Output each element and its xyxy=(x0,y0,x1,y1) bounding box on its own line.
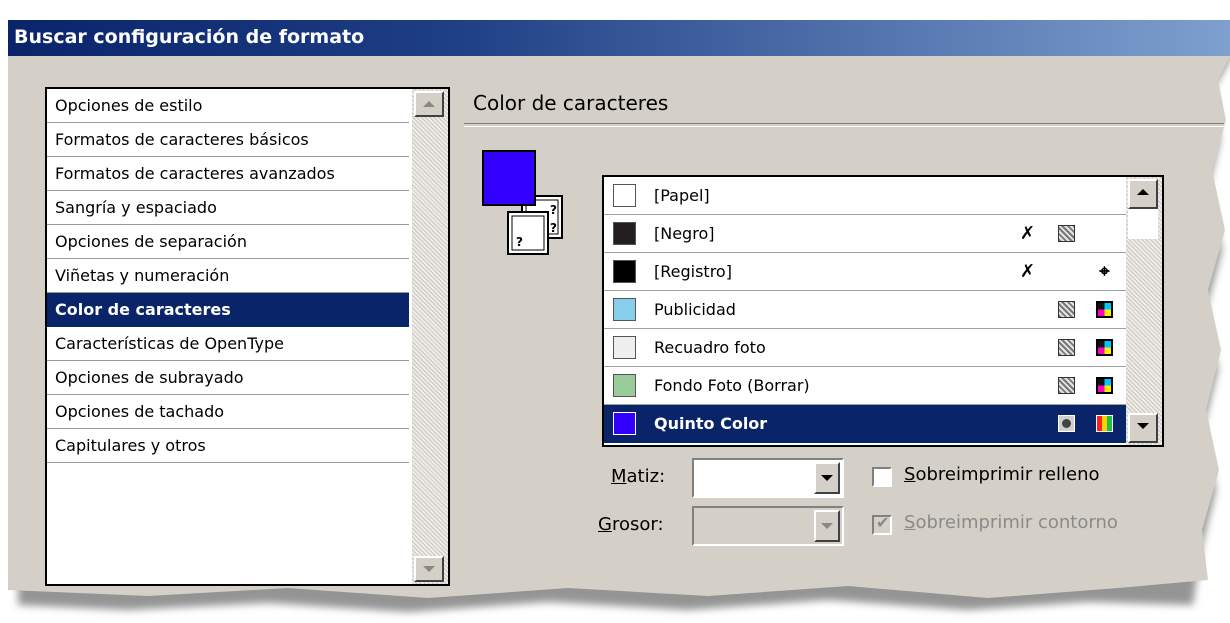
tint-label: Matiz: xyxy=(611,466,666,487)
swatch-chip xyxy=(613,184,636,207)
fill-stroke-swatch[interactable]: ? ? ? xyxy=(482,150,566,260)
process-gray-icon xyxy=(1058,301,1075,318)
arrow-down-icon xyxy=(1137,423,1149,429)
swatch-row[interactable]: [Negro] ✗ xyxy=(604,215,1128,253)
stroke-weight-combo[interactable] xyxy=(692,506,844,546)
chevron-down-icon xyxy=(821,523,833,529)
scroll-down-button[interactable] xyxy=(414,556,444,582)
checkmark-icon: ✔ xyxy=(876,513,890,532)
swatch-row[interactable]: [Papel] xyxy=(604,177,1128,215)
swatch-row[interactable]: Publicidad xyxy=(604,291,1128,329)
swatch-name: Recuadro foto xyxy=(654,338,766,357)
swatch-name: [Papel] xyxy=(654,186,710,205)
category-item-strikethrough-options[interactable]: Opciones de tachado xyxy=(47,395,409,429)
swatch-chip xyxy=(613,260,636,283)
scroll-thumb[interactable] xyxy=(1128,209,1158,239)
overprint-stroke-checkbox[interactable]: ✔ xyxy=(872,513,892,535)
category-item-advanced-character-formats[interactable]: Formatos de caracteres avanzados xyxy=(47,157,409,191)
swatch-chip xyxy=(613,222,636,245)
swatch-chip xyxy=(613,336,636,359)
tint-combo[interactable] xyxy=(692,458,844,498)
swatch-name: Quinto Color xyxy=(654,414,768,433)
swatch-chip xyxy=(613,298,636,321)
process-gray-icon xyxy=(1058,339,1075,356)
category-item-keep-options[interactable]: Opciones de separación xyxy=(47,225,409,259)
category-list[interactable]: Opciones de estilo Formatos de caractere… xyxy=(45,87,450,586)
panel-heading: Color de caracteres xyxy=(473,91,669,115)
swatch-name: Fondo Foto (Borrar) xyxy=(654,376,810,395)
tint-dropdown-button[interactable] xyxy=(814,462,840,494)
registration-icon: ⌖ xyxy=(1099,261,1110,282)
cmyk-icon xyxy=(1096,377,1113,394)
svg-text:?: ? xyxy=(516,235,523,249)
category-item-drop-caps-other[interactable]: Capitulares y otros xyxy=(47,429,409,463)
category-item-bullets-numbering[interactable]: Viñetas y numeración xyxy=(47,259,409,293)
swatch-list[interactable]: [Papel] [Negro] ✗ [Registro] ✗ ⌖ Publici… xyxy=(602,175,1164,447)
overprint-stroke-label: Sobreimprimir contorno xyxy=(904,512,1118,533)
stroke-weight-label: Grosor: xyxy=(598,514,664,535)
spot-icon xyxy=(1058,415,1075,432)
svg-text:?: ? xyxy=(550,203,557,217)
category-item-style-options[interactable]: Opciones de estilo xyxy=(47,89,409,123)
category-item-character-color[interactable]: Color de caracteres xyxy=(47,293,409,327)
swatch-row[interactable]: [Registro] ✗ ⌖ xyxy=(604,253,1128,291)
process-gray-icon xyxy=(1058,377,1075,394)
cmyk-icon xyxy=(1096,301,1113,318)
category-item-indents-spacing[interactable]: Sangría y espaciado xyxy=(47,191,409,225)
window-title: Buscar configuración de formato xyxy=(14,26,365,48)
arrow-up-icon xyxy=(1137,189,1149,195)
heading-divider xyxy=(464,123,1224,127)
swatch-row-selected[interactable]: Quinto Color xyxy=(604,405,1128,443)
category-item-underline-options[interactable]: Opciones de subrayado xyxy=(47,361,409,395)
no-edit-icon: ✗ xyxy=(1019,223,1036,244)
swatch-row[interactable]: Fondo Foto (Borrar) xyxy=(604,367,1128,405)
cmyk-icon xyxy=(1096,339,1113,356)
multicolor-icon xyxy=(1096,415,1113,432)
no-edit-icon: ✗ xyxy=(1019,261,1036,282)
overprint-fill-label: Sobreimprimir relleno xyxy=(904,464,1100,485)
swatch-row[interactable]: Recuadro foto xyxy=(604,329,1128,367)
chevron-down-icon xyxy=(821,475,833,481)
swatch-name: Publicidad xyxy=(654,300,736,319)
svg-text:?: ? xyxy=(550,221,557,235)
process-gray-icon xyxy=(1058,225,1075,242)
swatch-name: [Negro] xyxy=(654,224,715,243)
overprint-fill-checkbox[interactable] xyxy=(872,467,892,487)
category-item-basic-character-formats[interactable]: Formatos de caracteres básicos xyxy=(47,123,409,157)
swatch-chip xyxy=(613,374,636,397)
scroll-up-button[interactable] xyxy=(414,91,444,117)
arrow-up-icon xyxy=(423,101,435,107)
stroke-weight-dropdown-button[interactable] xyxy=(814,510,840,542)
category-scrollbar[interactable] xyxy=(412,89,448,584)
find-format-settings-dialog: Buscar configuración de formato Opciones… xyxy=(8,20,1230,620)
category-item-opentype-features[interactable]: Características de OpenType xyxy=(47,327,409,361)
swatch-name: [Registro] xyxy=(654,262,732,281)
scroll-up-button[interactable] xyxy=(1128,179,1158,209)
arrow-down-icon xyxy=(423,566,435,572)
scroll-down-button[interactable] xyxy=(1128,413,1158,443)
swatch-scrollbar[interactable] xyxy=(1126,177,1162,445)
title-bar: Buscar configuración de formato xyxy=(8,20,1230,56)
swatch-chip xyxy=(613,412,636,435)
